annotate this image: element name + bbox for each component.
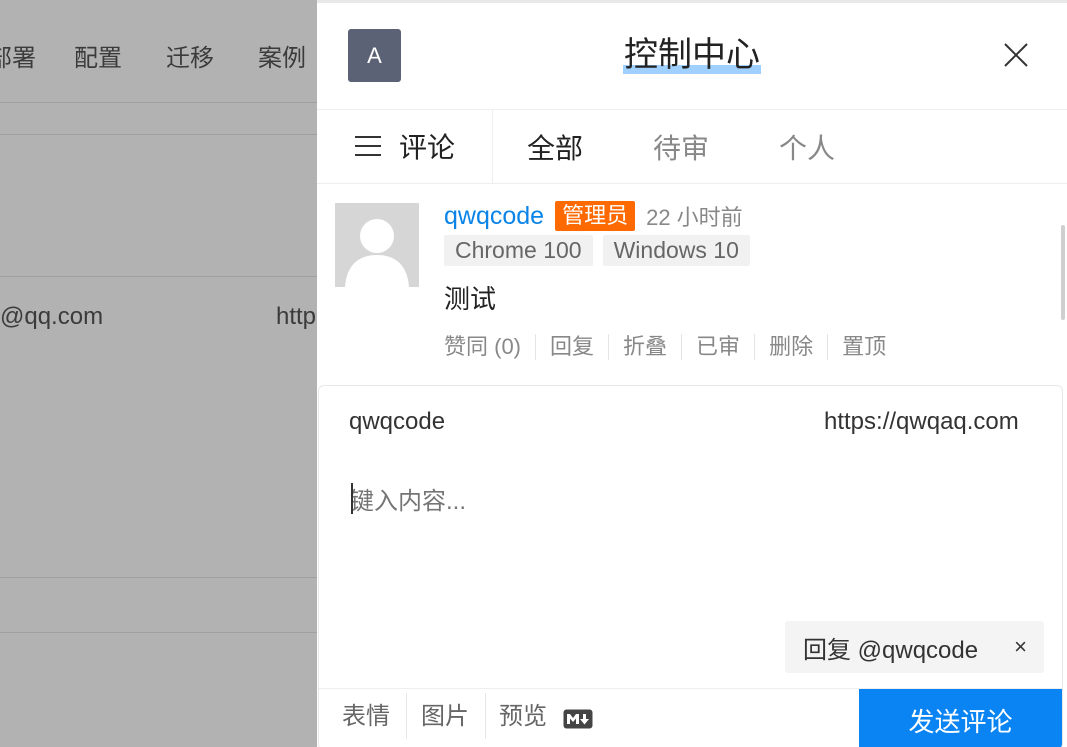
vote-up-button[interactable]: 赞同 (0) xyxy=(444,334,535,360)
default-avatar-icon xyxy=(335,203,419,287)
markdown-icon[interactable] xyxy=(563,709,593,729)
menu-icon xyxy=(355,136,381,156)
footer-divider xyxy=(406,693,407,739)
tab-personal[interactable]: 个人 xyxy=(779,127,835,167)
ua-row: Chrome 100 Windows 10 xyxy=(444,235,760,266)
editor-footer: 表情 图片 预览 发送评论 xyxy=(319,688,1062,747)
comment-actions: 赞同 (0) 回复 折叠 已审 删除 置顶 xyxy=(444,334,900,360)
os-tag: Windows 10 xyxy=(602,235,750,266)
cancel-reply-icon[interactable]: × xyxy=(1014,634,1027,660)
comment-item: qwqcode 管理员 22 小时前 Chrome 100 Windows 10… xyxy=(317,184,1067,384)
drawer-title-wrap: 控制中心 xyxy=(317,33,1067,77)
admin-badge: 管理员 xyxy=(555,201,636,231)
scrollbar[interactable] xyxy=(1061,225,1065,320)
content-input[interactable] xyxy=(350,481,1030,601)
comment-meta: qwqcode 管理员 22 小时前 xyxy=(444,200,743,232)
reply-target-chip: 回复 @qwqcode × xyxy=(785,621,1044,673)
reply-button[interactable]: 回复 xyxy=(535,334,608,360)
approved-button[interactable]: 已审 xyxy=(681,334,754,360)
comment-content: 测试 xyxy=(444,284,497,314)
tab-comments-menu[interactable]: 评论 xyxy=(317,109,493,183)
tab-menu-label: 评论 xyxy=(399,132,456,163)
nick-field[interactable] xyxy=(349,408,649,436)
comment-nick[interactable]: qwqcode xyxy=(444,202,544,231)
emoji-button[interactable]: 表情 xyxy=(342,701,390,733)
control-center-drawer: A 控制中心 评论 全部 待审 个人 qwqcode 管理员 22 小时前 Ch… xyxy=(317,0,1067,747)
drawer-title: 控制中心 xyxy=(623,36,761,74)
reply-editor: 回复 @qwqcode × 表情 图片 预览 发送评论 xyxy=(318,385,1063,747)
image-button[interactable]: 图片 xyxy=(421,701,469,733)
tab-all[interactable]: 全部 xyxy=(527,127,583,167)
send-comment-button[interactable]: 发送评论 xyxy=(859,689,1062,747)
browser-tag: Chrome 100 xyxy=(444,235,593,266)
drawer-header: A 控制中心 xyxy=(317,3,1067,110)
footer-divider xyxy=(485,693,486,739)
pin-button[interactable]: 置顶 xyxy=(827,334,900,360)
preview-button[interactable]: 预览 xyxy=(499,701,547,733)
collapse-button[interactable]: 折叠 xyxy=(608,334,681,360)
tab-pending[interactable]: 待审 xyxy=(653,127,709,167)
comment-time: 22 小时前 xyxy=(646,205,743,230)
link-field[interactable] xyxy=(824,408,1032,436)
text-caret xyxy=(351,483,353,514)
reply-target-label: 回复 @qwqcode xyxy=(803,636,979,664)
close-icon[interactable] xyxy=(1001,40,1031,70)
drawer-tabs: 评论 全部 待审 个人 xyxy=(317,109,1067,184)
delete-button[interactable]: 删除 xyxy=(754,334,827,360)
